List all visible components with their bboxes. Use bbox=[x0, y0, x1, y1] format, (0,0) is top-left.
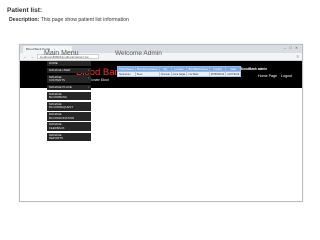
logout-link[interactable]: Logout bbox=[281, 74, 292, 78]
description-label: Description: bbox=[9, 17, 40, 23]
menu-item-label: MANAGE PLACE bbox=[49, 84, 72, 89]
menu-item-manage-feedback[interactable]: MANAGE FEEDBACK bbox=[47, 122, 91, 132]
menu-item-label: MANAGE BLOODBANK bbox=[49, 91, 67, 100]
table-cell: Sivaraman bbox=[117, 71, 136, 77]
patient-table: PatientName BloodGroupName City Location… bbox=[117, 66, 242, 77]
welcome-message: Welcome Admin bbox=[115, 50, 162, 57]
table-cell: 9876543210 bbox=[208, 71, 227, 77]
menu-item-label: MANAGE BLOODREQUEST bbox=[49, 102, 74, 110]
browser-menu-icon[interactable]: ≡ bbox=[297, 53, 299, 60]
menu-item-manage-contents[interactable]: MANAGE CONTENTS › bbox=[47, 74, 91, 84]
menu-item-manage-user[interactable]: MANAGE USER › bbox=[47, 67, 91, 74]
menu-item-home[interactable]: HOME bbox=[47, 61, 91, 67]
description-text: This page show patient list information bbox=[39, 17, 129, 23]
menu-item-label: MANAGE REPORTS bbox=[49, 132, 63, 140]
page-heading: Patient list: bbox=[7, 7, 43, 14]
menu-item-manage-bloodbank[interactable]: MANAGE BLOODBANK bbox=[47, 91, 91, 101]
table-row[interactable]: Sivaraman B+ve Chennai Anna Nagar Life B… bbox=[117, 71, 242, 77]
menu-item-label: MANAGE USER bbox=[49, 67, 71, 72]
main-menu-title: Main Menu bbox=[44, 50, 79, 57]
menu-item-label: MANAGE FEEDBACK bbox=[49, 122, 65, 130]
main-menu: HOME MANAGE USER › MANAGE CONTENTS › MANAG… bbox=[47, 61, 91, 143]
window-controls-icon[interactable]: – ☐ ✕ bbox=[284, 46, 299, 50]
page-description: Description: This page show patient list… bbox=[9, 17, 129, 23]
table-cell: Chennai bbox=[158, 71, 172, 77]
table-cell: Life Bank bbox=[186, 71, 210, 77]
chevron-right-icon: › bbox=[87, 67, 89, 72]
menu-item-label: HOME bbox=[49, 61, 58, 65]
table-cell: Anna Nagar bbox=[170, 71, 188, 77]
menu-item-manage-blooddonation[interactable]: MANAGE BLOODDONATION bbox=[47, 112, 91, 121]
chevron-right-icon: › bbox=[87, 76, 89, 81]
menu-item-manage-place[interactable]: MANAGE PLACE › bbox=[47, 84, 91, 91]
table-cell: B+ve bbox=[135, 71, 160, 77]
admin-label: BloodBank admin bbox=[240, 67, 268, 71]
chevron-right-icon: › bbox=[87, 84, 89, 89]
menu-item-manage-reports[interactable]: MANAGE REPORTS bbox=[47, 132, 91, 142]
table-cell: 12/07/2016 bbox=[225, 71, 242, 77]
menu-item-manage-bloodrequest[interactable]: MANAGE BLOODREQUEST bbox=[47, 102, 91, 111]
menu-item-label: MANAGE BLOODDONATION bbox=[49, 112, 75, 120]
menu-item-label: MANAGE CONTENTS bbox=[49, 74, 65, 83]
home-page-link[interactable]: Home Page bbox=[258, 74, 277, 78]
